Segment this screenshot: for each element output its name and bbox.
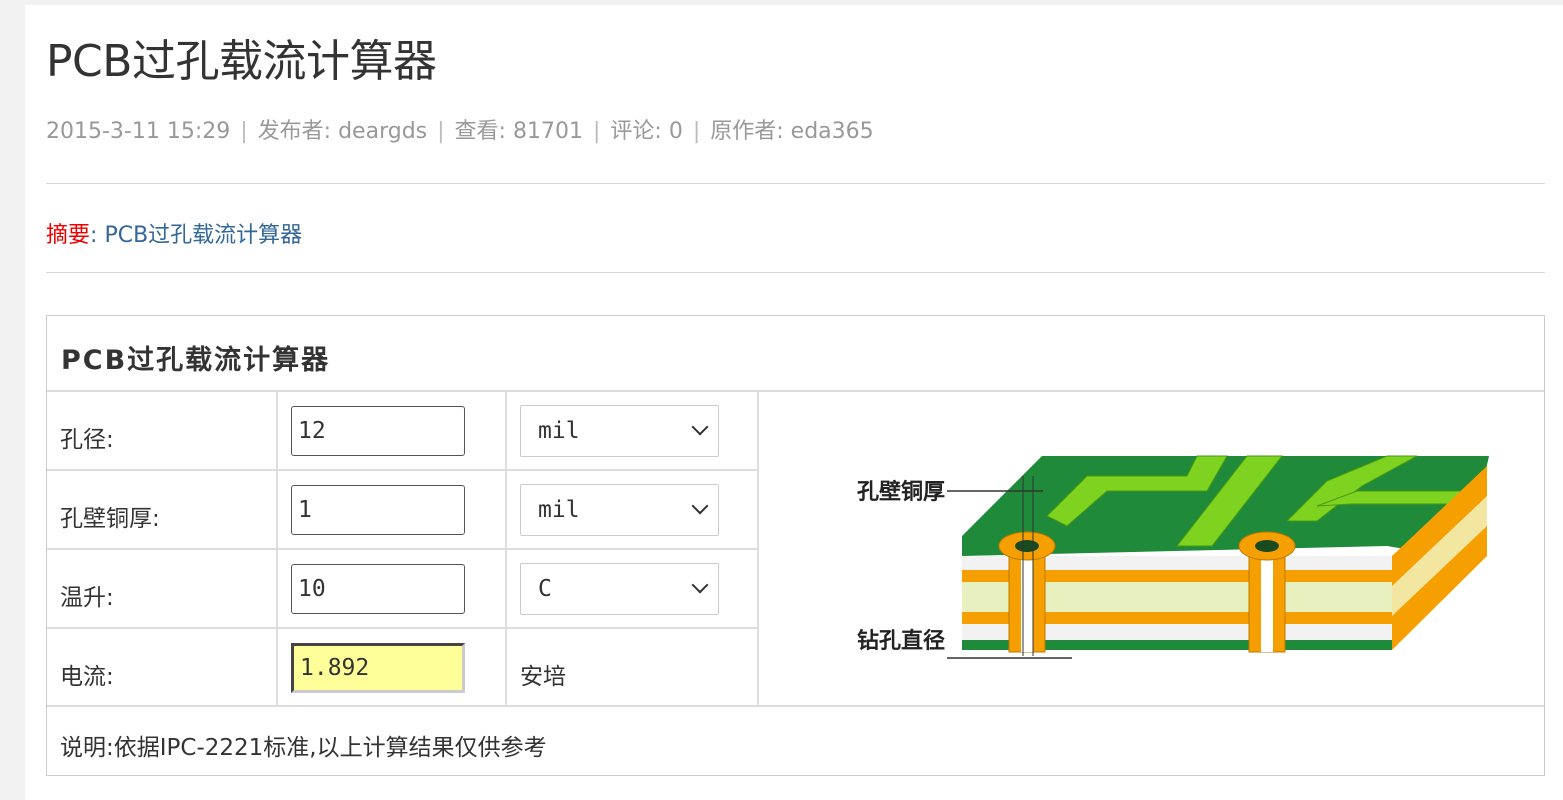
divider: [46, 183, 1545, 184]
grid-line: [47, 390, 1544, 392]
grid-line: [47, 548, 758, 550]
summary-text: PCB过孔载流计算器: [104, 223, 303, 248]
via-opening: [1015, 540, 1039, 552]
wall-thickness-label: 孔壁铜厚:: [60, 506, 160, 532]
comments-label: 评论:: [610, 119, 662, 144]
drill-diameter-callout: 钻孔直径: [857, 628, 945, 654]
wall-thickness-input[interactable]: [291, 485, 465, 535]
hole-diameter-unit-select[interactable]: mil: [520, 405, 719, 457]
chevron-down-icon: [691, 418, 709, 436]
grid-line: [47, 627, 758, 629]
post-date: 2015-3-11 15:29: [46, 119, 231, 144]
hole-diameter-input[interactable]: [291, 406, 465, 456]
summary: 摘要: PCB过孔载流计算器: [46, 223, 303, 248]
wall-thickness-unit-select[interactable]: mil: [520, 484, 719, 536]
current-unit-label: 安培: [520, 664, 566, 690]
pcb-via-diagram: 孔壁铜厚 钻孔直径: [857, 455, 1489, 659]
chevron-down-icon: [691, 497, 709, 515]
summary-label: 摘要: [46, 223, 91, 248]
temp-rise-input[interactable]: [291, 564, 465, 614]
selected-option: mil: [538, 418, 580, 444]
temp-rise-label: 温升:: [60, 585, 114, 611]
selected-option: mil: [538, 497, 580, 523]
grid-line: [505, 390, 507, 707]
page-title: PCB过孔载流计算器: [46, 36, 437, 87]
grid-line: [47, 469, 758, 471]
grid-line: [757, 390, 759, 707]
via-opening: [1255, 540, 1279, 552]
current-result-field[interactable]: [291, 643, 465, 693]
selected-option: C: [538, 576, 552, 602]
divider: [46, 272, 1545, 273]
article-meta: 2015-3-11 15:29 | 发布者: deargds | 查看: 81701 | 评…: [46, 119, 874, 144]
views-label: 查看:: [454, 119, 506, 144]
publisher-link[interactable]: deargds: [338, 119, 427, 144]
author-name: eda365: [790, 119, 874, 144]
calculator-title: PCB过孔载流计算器: [61, 345, 331, 376]
comments-count[interactable]: 0: [669, 119, 683, 144]
via-hole: [1261, 546, 1273, 652]
page: PCB过孔载流计算器 2015-3-11 15:29 | 发布者: deargds |…: [25, 5, 1563, 800]
author-label: 原作者:: [710, 119, 784, 144]
grid-line: [47, 705, 1544, 707]
calculator-note: 说明:依据IPC-2221标准,以上计算结果仅供参考: [60, 735, 547, 761]
grid-line: [276, 390, 278, 707]
publisher-label: 发布者:: [257, 119, 332, 144]
temp-rise-unit-select[interactable]: C: [520, 563, 719, 615]
views-count: 81701: [512, 119, 583, 144]
chevron-down-icon: [691, 576, 709, 594]
hole-diameter-label: 孔径:: [60, 427, 114, 453]
wall-thickness-callout: 孔壁铜厚: [857, 479, 945, 505]
current-label: 电流:: [60, 664, 114, 690]
via-current-calculator: PCB过孔载流计算器 孔径: mil 孔壁铜厚: mil: [46, 315, 1545, 776]
